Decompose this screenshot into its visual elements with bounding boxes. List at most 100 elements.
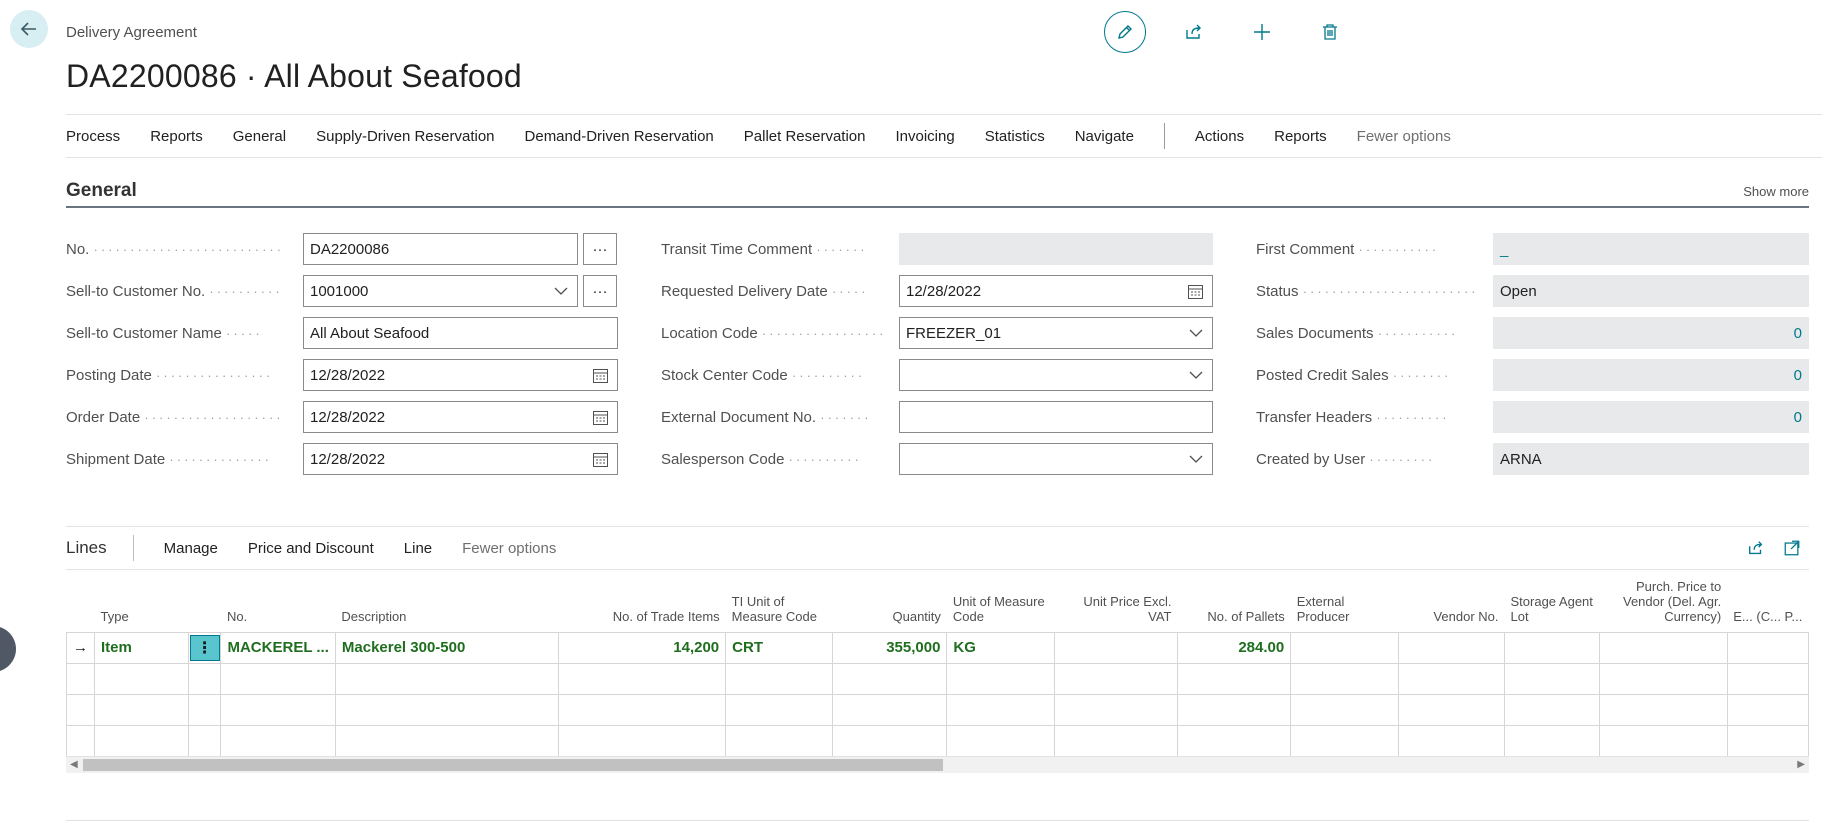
cell-uom[interactable]: KG: [946, 631, 1055, 664]
menu-supply-driven-reservation[interactable]: Supply-Driven Reservation: [316, 128, 494, 145]
col-type[interactable]: Type: [95, 570, 189, 632]
share-button[interactable]: [1172, 10, 1216, 54]
calendar-icon[interactable]: [592, 409, 609, 426]
empty-cell[interactable]: [1290, 693, 1399, 726]
posting-date-input[interactable]: 12/28/2022: [303, 359, 618, 391]
empty-cell[interactable]: [220, 693, 336, 726]
shipment-date-input[interactable]: 12/28/2022: [303, 443, 618, 475]
empty-cell[interactable]: [832, 662, 948, 695]
empty-cell[interactable]: [94, 693, 189, 726]
scrollbar-thumb[interactable]: [83, 759, 943, 771]
empty-cell[interactable]: [334, 693, 559, 726]
menu-demand-driven-reservation[interactable]: Demand-Driven Reservation: [525, 128, 714, 145]
cell-truncated[interactable]: [1726, 631, 1809, 664]
empty-cell[interactable]: [1176, 724, 1292, 756]
empty-cell[interactable]: [1397, 724, 1506, 756]
cell-no-of-pallets[interactable]: 284.00: [1176, 631, 1292, 664]
cell-quantity[interactable]: 355,000: [832, 631, 948, 664]
cell-no[interactable]: MACKEREL ...: [220, 631, 336, 664]
no-input[interactable]: DA2200086: [303, 233, 578, 265]
cell-purch-price[interactable]: [1599, 631, 1728, 664]
empty-cell[interactable]: [832, 724, 948, 756]
side-panel-bubble[interactable]: [0, 626, 16, 672]
empty-cell[interactable]: [94, 662, 189, 695]
stock-center-code-select[interactable]: [899, 359, 1213, 391]
menu-actions[interactable]: Actions: [1195, 128, 1244, 145]
horizontal-scrollbar[interactable]: ◀ ▶: [66, 756, 1809, 773]
empty-cell[interactable]: [946, 662, 1055, 695]
show-more-link[interactable]: Show more: [1743, 184, 1809, 199]
chevron-down-icon[interactable]: [1188, 451, 1204, 467]
col-no-of-pallets[interactable]: No. of Pallets: [1177, 570, 1290, 632]
fewer-options-button[interactable]: Fewer options: [1357, 128, 1451, 145]
empty-cell[interactable]: [1599, 693, 1728, 726]
empty-cell[interactable]: [1290, 724, 1399, 756]
empty-cell[interactable]: [1397, 662, 1506, 695]
empty-cell[interactable]: [1290, 662, 1399, 695]
empty-cell[interactable]: [187, 693, 222, 726]
lines-fewer-options-button[interactable]: Fewer options: [462, 540, 556, 557]
cell-no-of-trade-items[interactable]: 14,200: [557, 631, 727, 664]
empty-cell[interactable]: [66, 662, 95, 695]
col-description[interactable]: Description: [335, 570, 558, 632]
table-row[interactable]: [66, 724, 1809, 756]
cell-description[interactable]: Mackerel 300-500: [334, 631, 559, 664]
requested-delivery-date-input[interactable]: 12/28/2022: [899, 275, 1213, 307]
general-section-title[interactable]: General: [66, 180, 137, 202]
empty-cell[interactable]: [220, 724, 336, 756]
edit-button[interactable]: [1104, 11, 1146, 53]
cell-storage-agent-lot[interactable]: [1503, 631, 1601, 664]
empty-cell[interactable]: [220, 662, 336, 695]
empty-cell[interactable]: [187, 724, 222, 756]
empty-cell[interactable]: [1599, 662, 1728, 695]
empty-cell[interactable]: [1726, 662, 1809, 695]
empty-cell[interactable]: [334, 724, 559, 756]
cell-external-producer[interactable]: [1290, 631, 1399, 664]
empty-cell[interactable]: [832, 693, 948, 726]
empty-cell[interactable]: [725, 693, 834, 726]
chevron-down-icon[interactable]: [1188, 367, 1204, 383]
empty-cell[interactable]: [725, 662, 834, 695]
empty-cell[interactable]: [557, 724, 727, 756]
no-assist-button[interactable]: ···: [583, 233, 617, 265]
calendar-icon[interactable]: [1187, 283, 1204, 300]
sell-to-customer-no-input[interactable]: 1001000: [303, 275, 578, 307]
cell-type[interactable]: Item: [94, 631, 189, 664]
customer-assist-button[interactable]: ···: [583, 275, 617, 307]
menu-pallet-reservation[interactable]: Pallet Reservation: [744, 128, 866, 145]
row-actions-button[interactable]: ⋮: [189, 634, 220, 661]
cell-row-menu[interactable]: ⋮: [187, 631, 222, 664]
empty-cell[interactable]: [1726, 693, 1809, 726]
empty-cell[interactable]: [725, 724, 834, 756]
lines-title[interactable]: Lines: [66, 538, 107, 558]
empty-cell[interactable]: [1599, 724, 1728, 756]
sell-to-customer-name-input[interactable]: All About Seafood: [303, 317, 618, 349]
row-selector-cell[interactable]: →: [66, 631, 95, 664]
back-button[interactable]: [10, 10, 48, 48]
menu-process[interactable]: Process: [66, 128, 120, 145]
empty-cell[interactable]: [94, 724, 189, 756]
col-external-producer[interactable]: External Producer: [1291, 570, 1398, 632]
menu-invoicing[interactable]: Invoicing: [896, 128, 955, 145]
empty-cell[interactable]: [1053, 662, 1178, 695]
col-unit-price-excl-vat[interactable]: Unit Price Excl. VAT: [1054, 570, 1177, 632]
empty-cell[interactable]: [66, 693, 95, 726]
col-no-of-trade-items[interactable]: No. of Trade Items: [558, 570, 725, 632]
col-storage-agent-lot[interactable]: Storage Agent Lot: [1505, 570, 1600, 632]
col-quantity[interactable]: Quantity: [833, 570, 947, 632]
empty-cell[interactable]: [1503, 724, 1601, 756]
col-no[interactable]: No.: [221, 570, 335, 632]
calendar-icon[interactable]: [592, 367, 609, 384]
lines-menu-manage[interactable]: Manage: [164, 540, 218, 557]
order-date-input[interactable]: 12/28/2022: [303, 401, 618, 433]
delete-button[interactable]: [1308, 10, 1352, 54]
col-purch-price-to-vendor[interactable]: Purch. Price to Vendor (Del. Agr. Curren…: [1600, 570, 1728, 632]
empty-cell[interactable]: [1053, 693, 1178, 726]
empty-cell[interactable]: [946, 724, 1055, 756]
empty-cell[interactable]: [1053, 724, 1178, 756]
lines-share-button[interactable]: [1745, 537, 1767, 559]
cell-ti-uom[interactable]: CRT: [725, 631, 834, 664]
table-row[interactable]: → Item ⋮ MACKEREL ... Mackerel 300-500 1…: [66, 631, 1809, 664]
transfer-headers-count[interactable]: 0: [1493, 401, 1809, 433]
empty-cell[interactable]: [1503, 693, 1601, 726]
